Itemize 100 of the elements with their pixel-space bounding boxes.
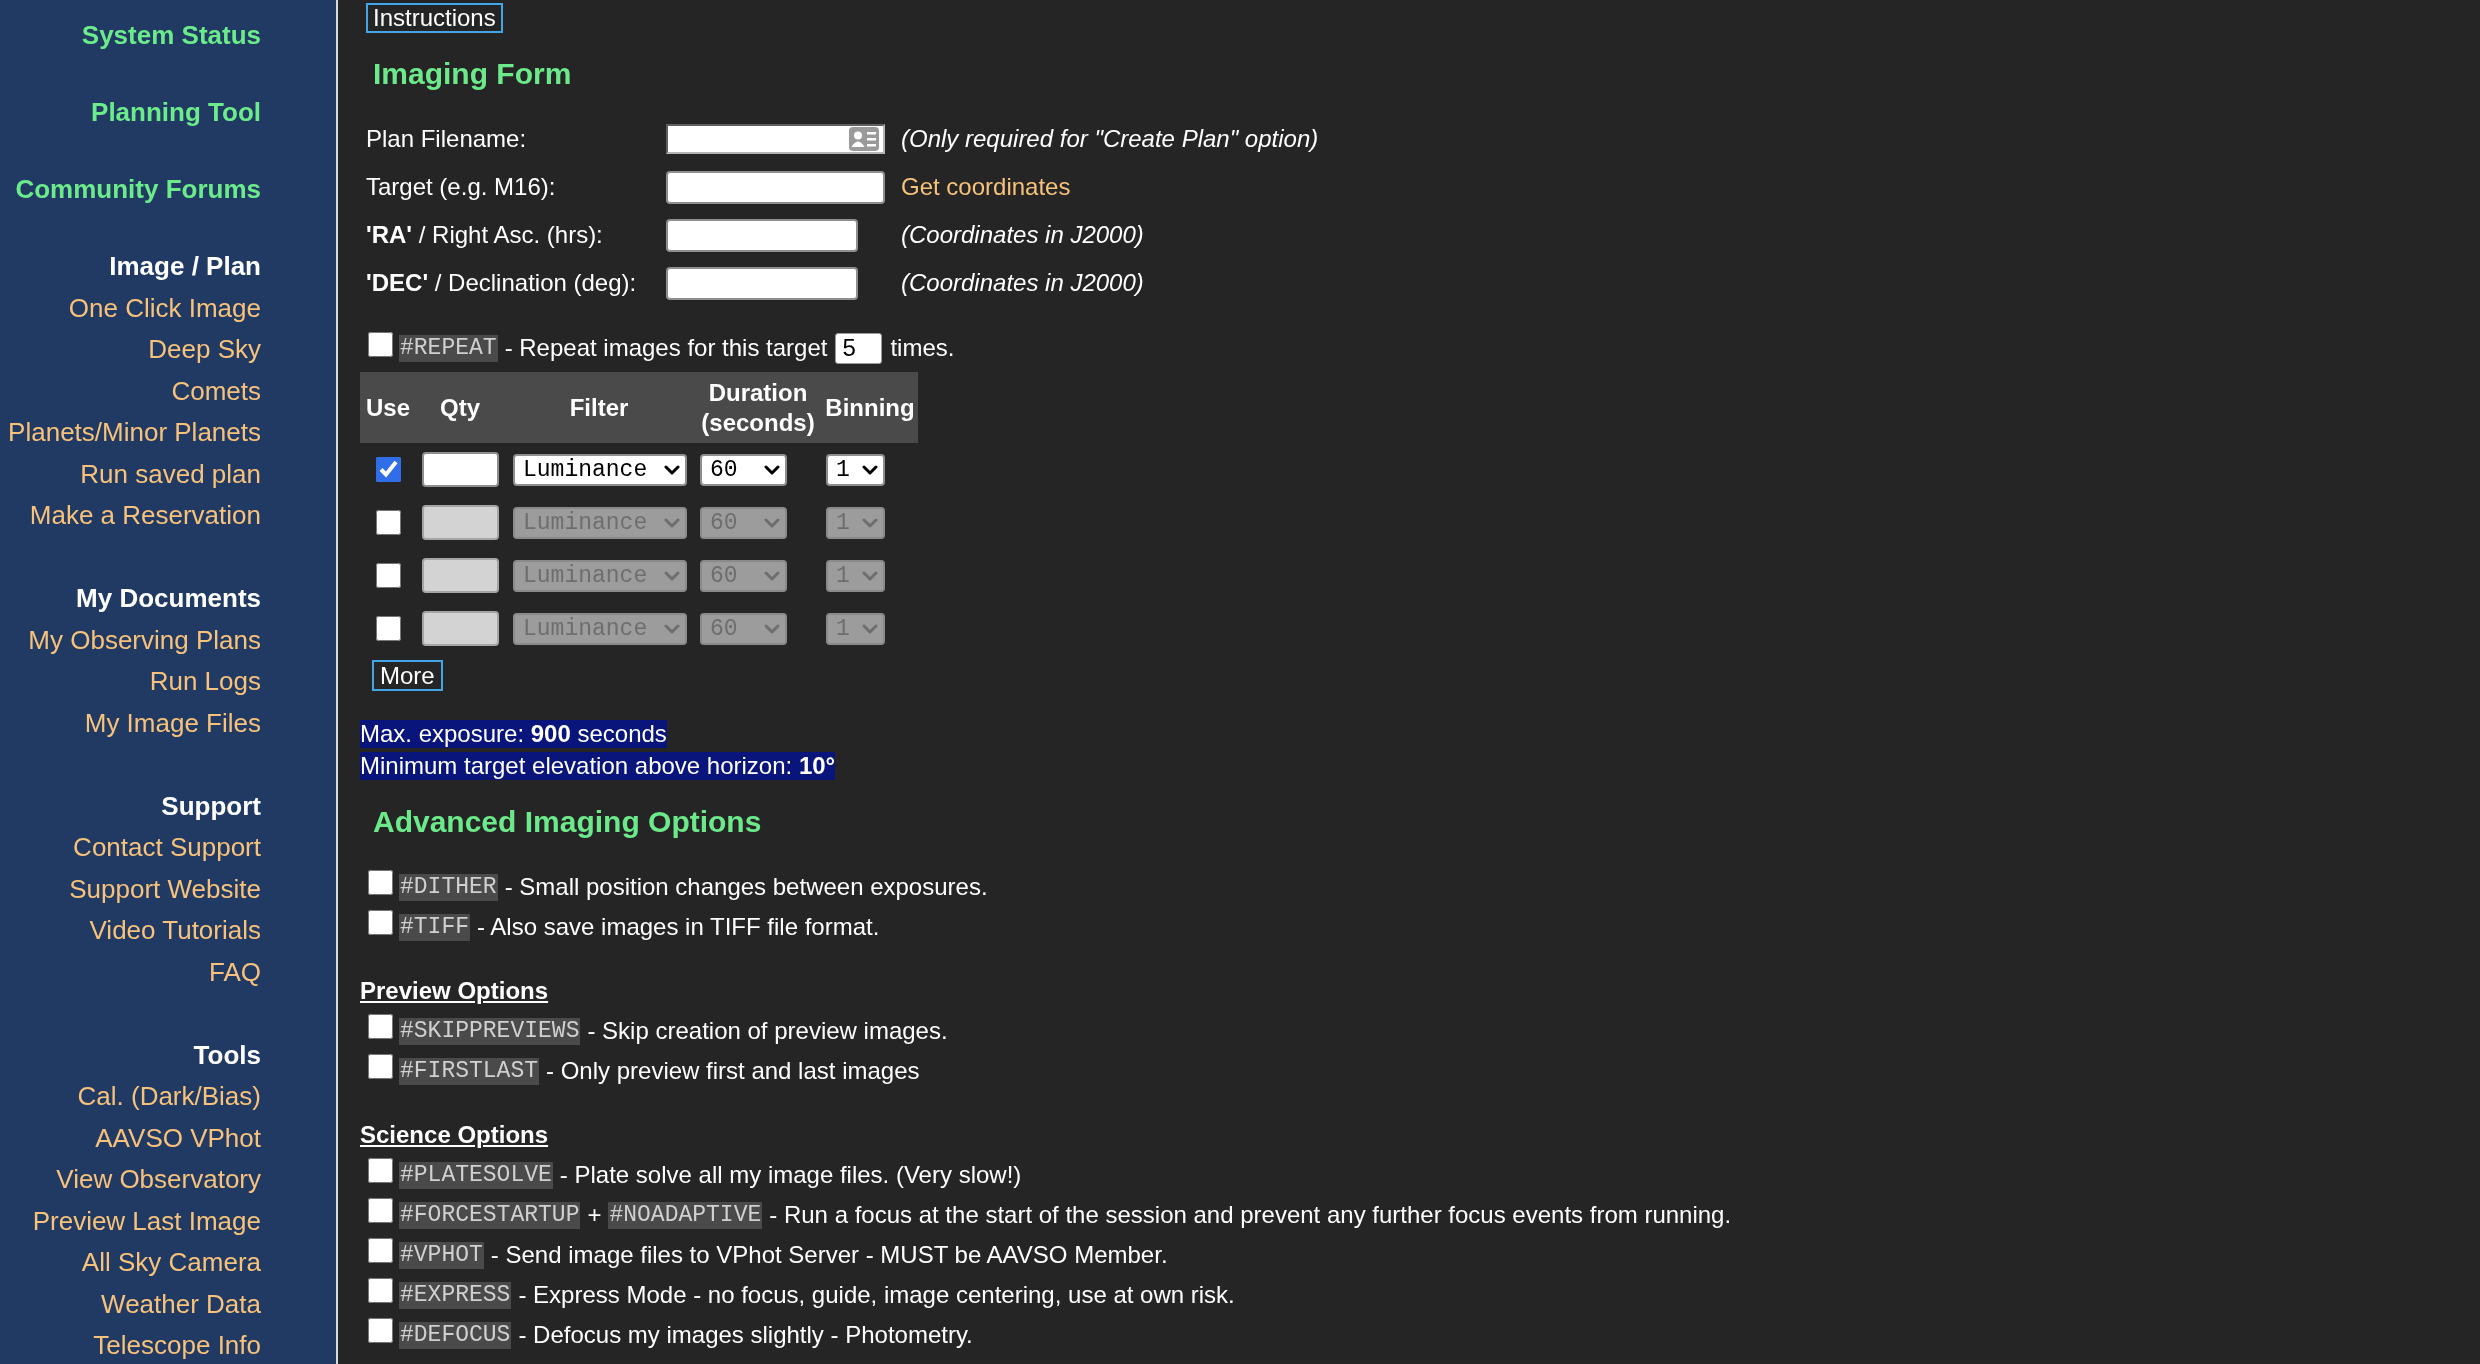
- section-heading: Image / Plan: [109, 251, 261, 281]
- option-code: #FIRSTLAST: [399, 1057, 540, 1085]
- sidebar-link[interactable]: Weather Data: [101, 1288, 261, 1319]
- option-code: #PLATESOLVE: [399, 1161, 553, 1189]
- column-header: Binning: [825, 392, 915, 423]
- option-text: - Only preview first and last images: [546, 1057, 920, 1085]
- option-code: #FORCESTARTUP: [399, 1201, 581, 1229]
- checkbox[interactable]: [368, 1318, 393, 1343]
- coordinate-field[interactable]: [666, 218, 858, 252]
- instructions-button[interactable]: Instructions: [366, 3, 503, 33]
- option-text: - Run a focus at the start of the session and prevent any further focus events from running.: [769, 1201, 1732, 1229]
- target-field[interactable]: [666, 170, 885, 204]
- repeat-count-field[interactable]: 5: [835, 332, 883, 364]
- chevron-down-icon: [764, 570, 780, 581]
- chevron-down-icon: [664, 570, 680, 581]
- sidebar-link[interactable]: Planning Tool: [91, 97, 261, 127]
- option-text: - Send image files to VPhot Server - MUST be AAVSO Member.: [490, 1241, 1168, 1269]
- option-code: #DEFOCUS: [399, 1321, 512, 1349]
- sidebar-link[interactable]: Community Forums: [15, 174, 261, 204]
- chevron-down-icon: [862, 623, 878, 634]
- chevron-down-icon: [862, 517, 878, 528]
- sidebar-link[interactable]: Comets: [171, 375, 261, 406]
- sidebar-link[interactable]: Contact Support: [73, 832, 261, 862]
- field-label: Plan Filename:: [366, 125, 527, 153]
- limit-notice: Max. exposure: 900 seconds: [360, 720, 667, 748]
- checkbox[interactable]: [368, 1238, 393, 1263]
- contact-card-icon: [849, 127, 879, 151]
- chevron-down-icon: [764, 464, 780, 475]
- option-code: #TIFF: [399, 913, 470, 941]
- option-code: #DITHER: [399, 873, 498, 901]
- sidebar-link[interactable]: One Click Image: [68, 292, 261, 323]
- binning-select[interactable]: 1: [826, 453, 885, 486]
- checkbox[interactable]: [368, 1158, 393, 1183]
- coordinate-field[interactable]: [666, 266, 858, 300]
- field-note: (Coordinates in J2000): [901, 221, 1144, 249]
- chevron-down-icon: [764, 623, 780, 634]
- duration-select[interactable]: 60: [700, 453, 787, 486]
- sidebar-link[interactable]: Telescope Info: [93, 1330, 261, 1360]
- sidebar-link[interactable]: AAVSO VPhot: [95, 1122, 261, 1153]
- section-heading: Tools: [193, 1039, 261, 1070]
- column-header: Filter: [569, 392, 629, 423]
- sidebar-link[interactable]: Planets/Minor Planets: [8, 417, 261, 447]
- sidebar-link[interactable]: View Observatory: [56, 1164, 261, 1194]
- field-note: (Only required for "Create Plan" option): [901, 125, 1319, 153]
- checkbox[interactable]: [368, 1278, 393, 1303]
- checkbox[interactable]: [368, 1198, 393, 1223]
- sidebar-link[interactable]: My Observing Plans: [28, 624, 261, 655]
- chevron-down-icon: [664, 623, 680, 634]
- filename-field[interactable]: [666, 124, 885, 154]
- sidebar-link[interactable]: Support Website: [69, 873, 261, 904]
- option-text: - Also save images in TIFF file format.: [477, 913, 880, 941]
- option-text: - Small position changes between exposures.: [504, 873, 988, 901]
- field-note: (Coordinates in J2000): [901, 269, 1144, 297]
- option-text: - Express Mode - no focus, guide, image centering, use at own risk.: [518, 1281, 1235, 1309]
- qty-field[interactable]: [422, 452, 499, 487]
- sidebar-link[interactable]: Run Logs: [149, 666, 261, 696]
- sidebar-link[interactable]: Deep Sky: [148, 334, 261, 364]
- option-text: - Skip creation of preview images.: [587, 1017, 948, 1045]
- chevron-down-icon: [664, 464, 680, 475]
- field-label: 'RA' / Right Asc. (hrs):: [366, 221, 603, 249]
- option-code: #REPEAT: [399, 334, 498, 362]
- field-label: Target (e.g. M16):: [366, 173, 556, 201]
- sidebar-link[interactable]: Preview Last Image: [32, 1205, 261, 1236]
- checkbox[interactable]: [368, 910, 393, 935]
- sidebar-link[interactable]: FAQ: [209, 956, 261, 987]
- option-code: #EXPRESS: [399, 1281, 512, 1309]
- section-heading: My Documents: [76, 583, 261, 613]
- group-heading: Preview Options: [360, 976, 549, 1006]
- checkbox[interactable]: [368, 1014, 393, 1039]
- sidebar-link[interactable]: All Sky Camera: [81, 1247, 261, 1277]
- option-code: #VPHOT: [399, 1241, 484, 1269]
- option-text: +: [587, 1201, 602, 1229]
- column-header: Use: [366, 392, 410, 423]
- limit-notice: Minimum target elevation above horizon: 10°: [360, 752, 836, 780]
- option-code: #SKIPPREVIEWS: [399, 1017, 581, 1045]
- checkbox[interactable]: [368, 870, 393, 895]
- more-button[interactable]: More: [372, 660, 443, 691]
- chevron-down-icon: [862, 464, 878, 475]
- section-title: Advanced Imaging Options: [373, 804, 762, 840]
- sidebar-link[interactable]: Video Tutorials: [89, 915, 261, 945]
- checkbox[interactable]: [375, 457, 401, 482]
- sidebar-link[interactable]: Make a Reservation: [29, 500, 261, 530]
- checkbox[interactable]: [368, 332, 393, 357]
- sidebar-link[interactable]: My Image Files: [84, 707, 261, 738]
- sidebar-link[interactable]: System Status: [81, 20, 261, 50]
- form-title: Imaging Form: [373, 56, 572, 92]
- column-header: Duration (seconds): [700, 377, 816, 438]
- field-label: 'DEC' / Declination (deg):: [366, 269, 637, 297]
- checkbox[interactable]: [368, 1054, 393, 1079]
- chevron-down-icon: [664, 517, 680, 528]
- section-heading: Support: [161, 790, 261, 821]
- chevron-down-icon: [862, 570, 878, 581]
- chevron-down-icon: [764, 517, 780, 528]
- field-link[interactable]: Get coordinates: [901, 173, 1071, 201]
- sidebar-link[interactable]: Cal. (Dark/Bias): [77, 1081, 261, 1111]
- option-text: times.: [890, 334, 955, 362]
- option-text: - Repeat images for this target: [504, 334, 828, 362]
- sidebar-link[interactable]: Run saved plan: [80, 458, 261, 489]
- filter-select[interactable]: Luminance: [513, 453, 687, 486]
- option-text: - Defocus my images slightly - Photometry.: [518, 1321, 973, 1349]
